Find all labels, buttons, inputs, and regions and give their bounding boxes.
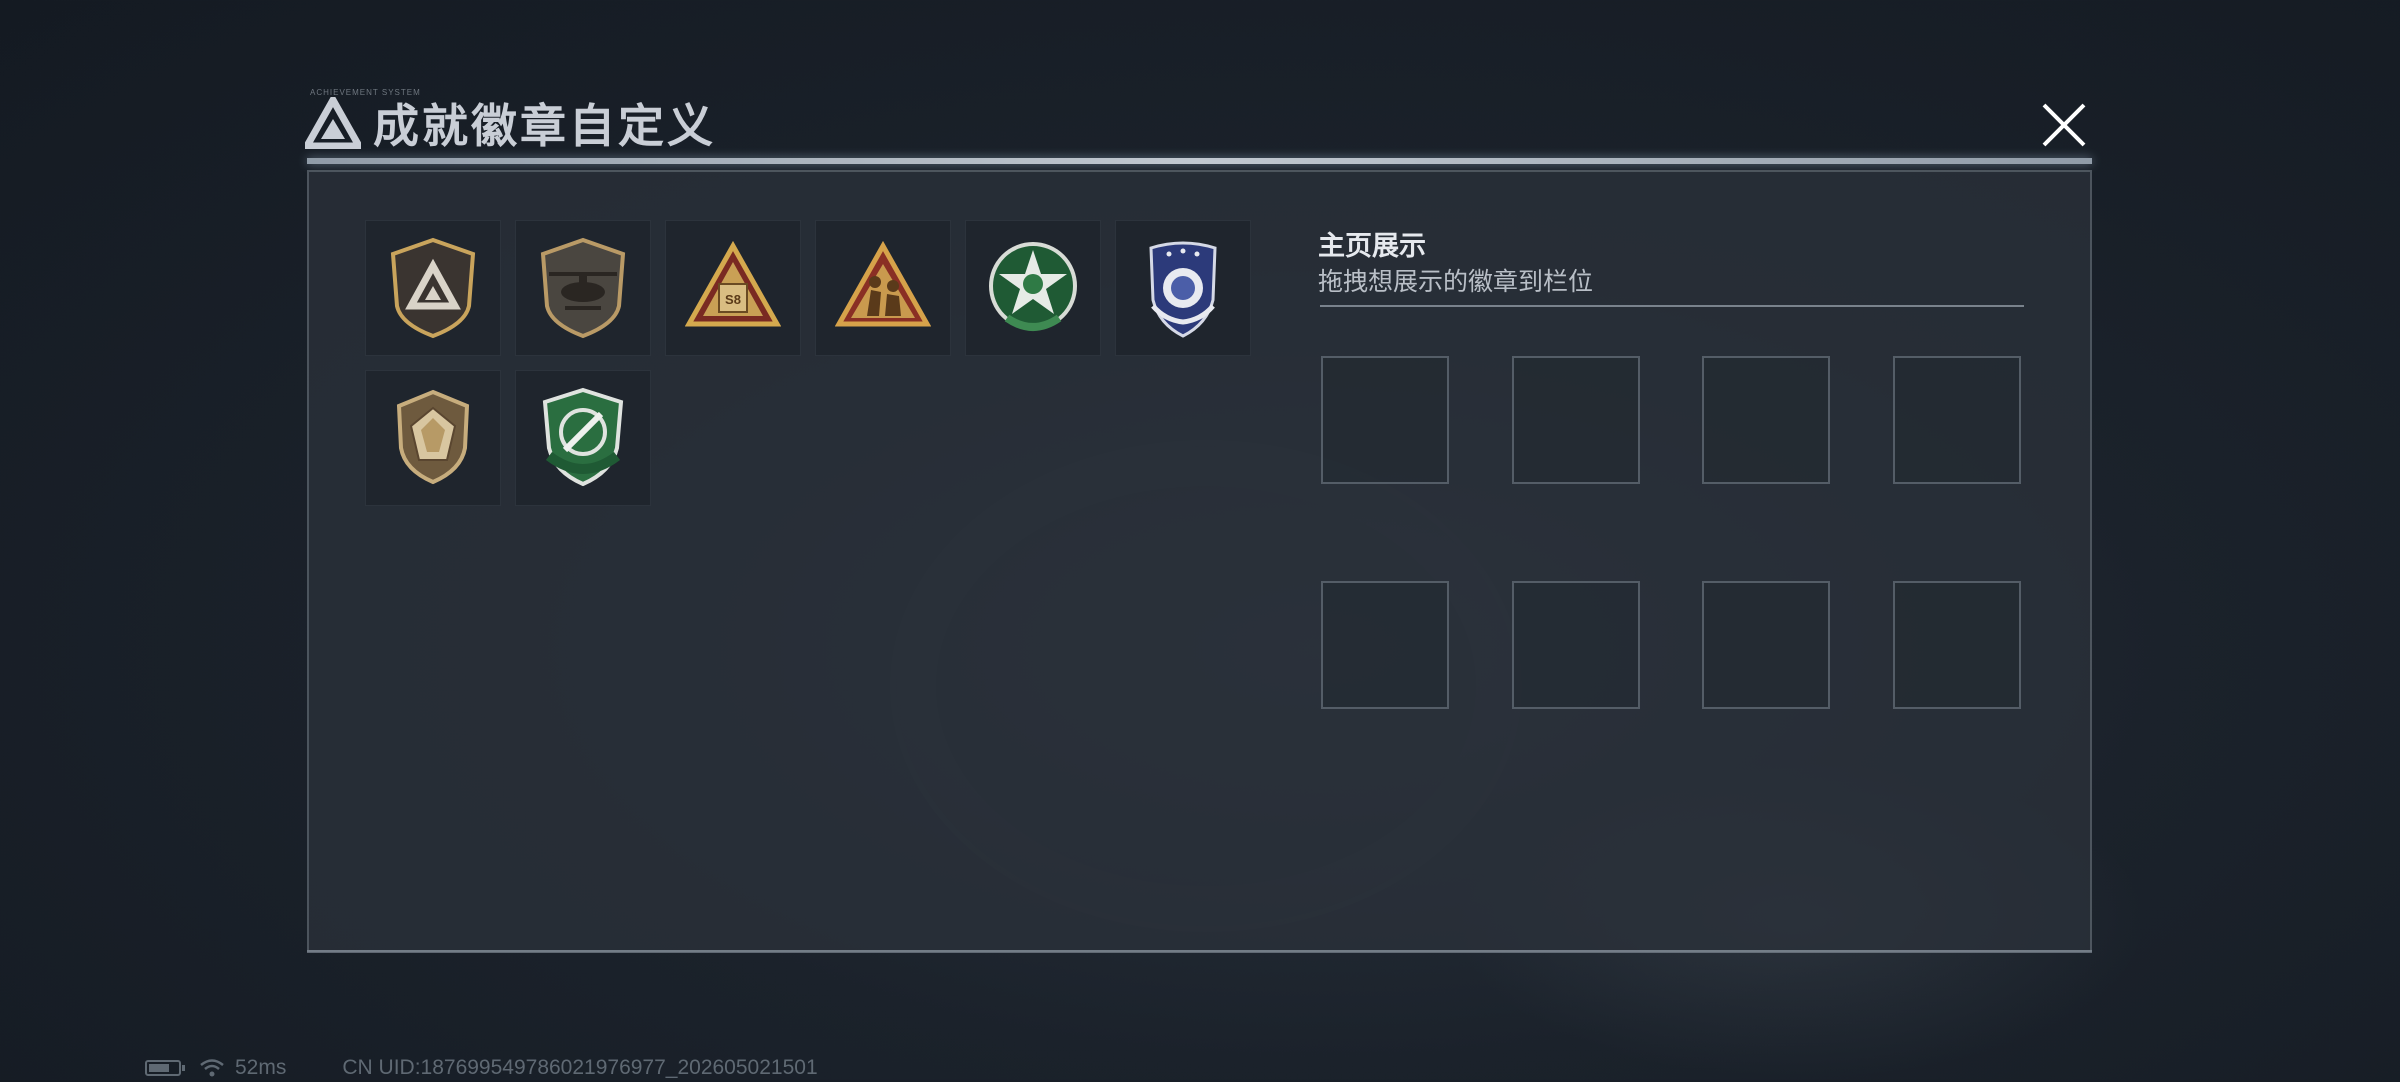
triangle-shield-badge-icon (390, 237, 476, 339)
showcase-slot[interactable] (1512, 356, 1640, 484)
badge-tile[interactable] (365, 370, 501, 506)
showcase-subtitle: 拖拽想展示的徽章到栏位 (1318, 268, 1594, 296)
close-icon (2042, 103, 2086, 147)
panel-bottom-edge (307, 950, 2092, 953)
showcase-divider (1320, 305, 2024, 307)
header-divider (307, 158, 2092, 164)
gem-shield-badge-icon (396, 389, 470, 485)
battery-fill (149, 1064, 169, 1072)
dialog-header: 成就徽章自定义 (305, 88, 716, 158)
status-bar: 52ms CN UID:18769954978602197697​7_20260… (145, 1054, 818, 1082)
badge-tile[interactable]: S8 (665, 220, 801, 356)
green-sword-shield-badge-icon (542, 387, 624, 487)
badge-tile[interactable] (365, 220, 501, 356)
showcase-slot[interactable] (1702, 356, 1830, 484)
badge-tile[interactable] (515, 220, 651, 356)
s8-triangle-badge-icon: S8 (685, 240, 781, 327)
badge-grid: S8 (365, 220, 1265, 506)
dialog-title: 成就徽章自定义 (373, 100, 716, 152)
green-star-badge-icon (989, 242, 1077, 331)
badge-tile[interactable] (1115, 220, 1251, 356)
soldiers-triangle-badge-icon (835, 240, 931, 327)
showcase-slot[interactable] (1893, 581, 2021, 709)
showcase-slot[interactable] (1321, 581, 1449, 709)
ping-value: 52ms (235, 1056, 287, 1079)
wifi-icon (200, 1059, 224, 1077)
uid-text: CN UID:18769954978602197697​7_2026050215… (342, 1056, 818, 1079)
badge-tile[interactable] (965, 220, 1101, 356)
showcase-slot[interactable] (1321, 356, 1449, 484)
showcase-title: 主页展示 (1318, 231, 1426, 261)
badge-tile[interactable] (515, 370, 651, 506)
showcase-slot[interactable] (1702, 581, 1830, 709)
helicopter-shield-badge-icon (540, 237, 626, 339)
close-button[interactable] (2035, 96, 2093, 154)
battery-icon (145, 1060, 185, 1076)
badge-tile[interactable] (815, 220, 951, 356)
triangle-logo-icon (305, 97, 361, 149)
showcase-slot[interactable] (1512, 581, 1640, 709)
blue-wing-badge-icon (1149, 241, 1217, 338)
showcase-slot[interactable] (1893, 356, 2021, 484)
svg-text:S8: S8 (725, 292, 741, 307)
